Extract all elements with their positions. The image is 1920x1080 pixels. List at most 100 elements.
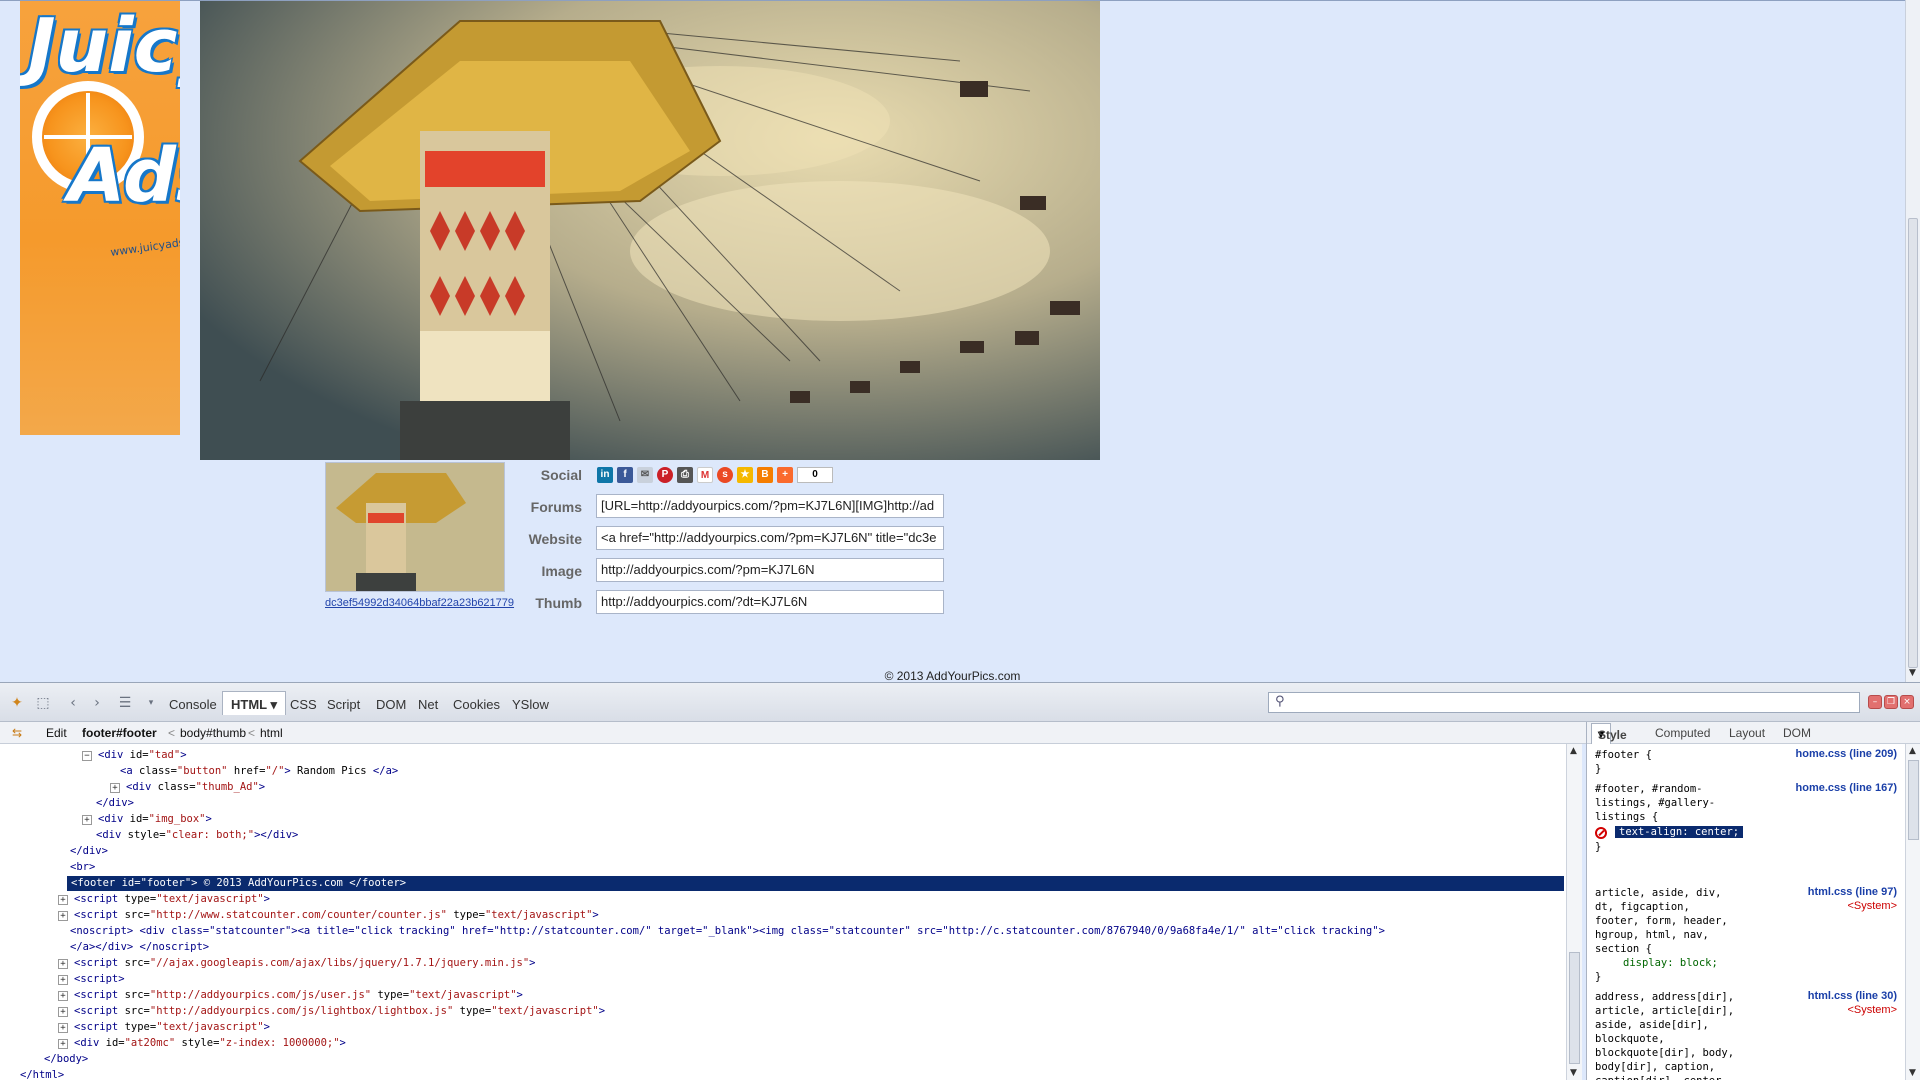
css-source-link[interactable]: html.css (line 97) (1808, 886, 1897, 898)
tab-layout[interactable]: Layout (1729, 726, 1765, 740)
firebug-menu-icon[interactable]: ✦ (8, 694, 26, 712)
image-url-field[interactable]: http://addyourpics.com/?pm=KJ7L6N (596, 558, 944, 582)
juicyads-banner[interactable]: Juicy Ads www.juicyads.com (20, 1, 180, 435)
tab-cookies[interactable]: Cookies (453, 697, 500, 712)
linkedin-icon[interactable]: in (597, 467, 613, 483)
html-node[interactable]: </body> (44, 1052, 88, 1067)
expand-icon[interactable]: + (58, 895, 68, 905)
pinterest-icon[interactable]: P (657, 467, 673, 483)
html-node[interactable]: <a class="button" href="/"> Random Pics … (120, 764, 398, 779)
style-panel-scrollbar[interactable]: ▲ ▼ (1905, 744, 1920, 1080)
scroll-down-arrow-icon[interactable]: ▼ (1570, 1068, 1577, 1078)
expand-icon[interactable]: + (58, 959, 68, 969)
css-source-link[interactable]: html.css (line 30) (1808, 990, 1897, 1002)
scroll-up-arrow-icon[interactable]: ▲ (1909, 746, 1916, 756)
html-token: > (339, 1037, 346, 1049)
html-node[interactable]: + <div id="img_box"> (82, 812, 212, 827)
expand-icon[interactable]: + (58, 975, 68, 985)
panel-list-icon[interactable]: ☰ (116, 694, 134, 712)
css-source-link[interactable]: home.css (line 167) (1796, 782, 1898, 794)
html-node[interactable]: + <script src="http://addyourpics.com/js/… (58, 988, 523, 1003)
html-node[interactable]: − <div id="tad"> (82, 748, 187, 763)
email-icon[interactable]: ✉ (637, 467, 653, 483)
html-node[interactable]: <br> (70, 860, 95, 875)
expand-icon[interactable]: + (58, 1007, 68, 1017)
scroll-up-arrow-icon[interactable]: ▲ (1570, 746, 1577, 756)
html-panel-scrollbar[interactable]: ▲ ▼ (1566, 744, 1582, 1080)
tab-console[interactable]: Console (169, 697, 217, 712)
tab-script[interactable]: Script (327, 697, 360, 712)
html-node[interactable]: </a></div> </noscript> (70, 940, 209, 955)
blogger-icon[interactable]: B (757, 467, 773, 483)
image-filename-link[interactable]: dc3ef54992d34064bbaf22a23b621779 (325, 597, 514, 609)
html-node[interactable]: + <script> (58, 972, 125, 987)
breadcrumb-body[interactable]: body#thumb (180, 726, 246, 740)
breadcrumb-footer[interactable]: footer#footer (82, 726, 157, 740)
css-property[interactable]: display: block; (1595, 956, 1897, 970)
html-token: class= (132, 765, 177, 777)
html-node[interactable]: </html> (20, 1068, 64, 1080)
close-icon[interactable]: × (1900, 695, 1914, 709)
expand-icon[interactable]: + (58, 1039, 68, 1049)
firebug-search-input[interactable]: ⚲ (1268, 692, 1860, 713)
expand-icon[interactable]: + (110, 783, 120, 793)
html-node[interactable]: + <script src="http://addyourpics.com/js/… (58, 1004, 605, 1019)
collapse-icon[interactable]: − (82, 751, 92, 761)
expand-icon[interactable]: + (82, 815, 92, 825)
tab-html[interactable]: HTML ▾ (222, 691, 287, 715)
thumb-url-field[interactable]: http://addyourpics.com/?dt=KJ7L6N (596, 590, 944, 614)
main-photo-swing-ride[interactable] (200, 1, 1100, 460)
html-node-selected[interactable]: <footer id="footer"> © 2013 AddYourPics.… (67, 876, 1564, 891)
css-property-selected[interactable]: text-align: center; (1615, 826, 1744, 838)
expand-icon[interactable]: + (58, 991, 68, 1001)
tab-style[interactable]: Style ▾ (1591, 723, 1627, 744)
detach-icon[interactable]: ❐ (1884, 695, 1898, 709)
page-scrollbar-thumb[interactable] (1908, 218, 1918, 668)
favorites-icon[interactable]: ★ (737, 467, 753, 483)
website-code-field[interactable]: <a href="http://addyourpics.com/?pm=KJ7L… (596, 526, 944, 550)
html-scrollbar-thumb[interactable] (1569, 952, 1580, 1064)
tab-css[interactable]: CSS (290, 697, 317, 712)
page-scrollbar[interactable]: ▼ (1905, 0, 1920, 682)
gmail-icon[interactable]: M (697, 467, 713, 483)
panel-dropdown-icon[interactable]: ▾ (142, 694, 160, 712)
expand-icon[interactable]: + (58, 1023, 68, 1033)
html-node[interactable]: + <script type="text/javascript"> (58, 1020, 270, 1035)
edit-button[interactable]: Edit (46, 726, 67, 740)
html-node[interactable]: </div> (70, 844, 108, 859)
expand-icon[interactable]: + (58, 911, 68, 921)
html-token: type= (447, 909, 485, 921)
stumbleupon-icon[interactable]: s (717, 467, 733, 483)
property-disabled-icon[interactable] (1595, 827, 1607, 839)
scroll-down-arrow-icon[interactable]: ▼ (1909, 1068, 1916, 1078)
tab-computed[interactable]: Computed (1655, 726, 1710, 740)
html-node[interactable]: + <script src="http://www.statcounter.com… (58, 908, 599, 923)
print-icon[interactable]: ⎙ (677, 467, 693, 483)
html-node[interactable]: + <div id="at20mc" style="z-index: 100000… (58, 1036, 346, 1051)
back-arrow-icon[interactable]: ‹ (64, 694, 82, 712)
html-node[interactable]: </div> (96, 796, 134, 811)
tab-net[interactable]: Net (418, 697, 438, 712)
style-scrollbar-thumb[interactable] (1908, 760, 1919, 840)
html-node[interactable]: <noscript> <div class="statcounter"><a t… (70, 924, 1385, 939)
forums-code-field[interactable]: [URL=http://addyourpics.com/?pm=KJ7L6N][… (596, 494, 944, 518)
html-token: type= (371, 989, 410, 1001)
css-source-link[interactable]: home.css (line 209) (1796, 748, 1898, 760)
breadcrumb-html[interactable]: html (260, 726, 283, 740)
more-icon[interactable]: + (777, 467, 793, 483)
tab-dom-side[interactable]: DOM (1783, 726, 1811, 740)
scroll-down-arrow-icon[interactable]: ▼ (1909, 668, 1916, 678)
minimize-icon[interactable]: – (1868, 695, 1882, 709)
inspect-element-icon[interactable]: ⬚ (34, 694, 52, 712)
facebook-icon[interactable]: f (617, 467, 633, 483)
tab-dom[interactable]: DOM (376, 697, 406, 712)
html-node[interactable]: <div style="clear: both;"></div> (96, 828, 298, 843)
html-node[interactable]: + <script type="text/javascript"> (58, 892, 270, 907)
image-thumbnail[interactable] (325, 462, 505, 592)
forward-arrow-icon[interactable]: › (88, 694, 106, 712)
breadcrumb-toggle-icon[interactable]: ⇆ (12, 726, 22, 740)
tab-yslow[interactable]: YSlow (512, 697, 549, 712)
html-node[interactable]: + <div class="thumb_Ad"> (110, 780, 265, 795)
html-token: <script (74, 1005, 119, 1017)
html-node[interactable]: + <script src="//ajax.googleapis.com/ajax… (58, 956, 536, 971)
